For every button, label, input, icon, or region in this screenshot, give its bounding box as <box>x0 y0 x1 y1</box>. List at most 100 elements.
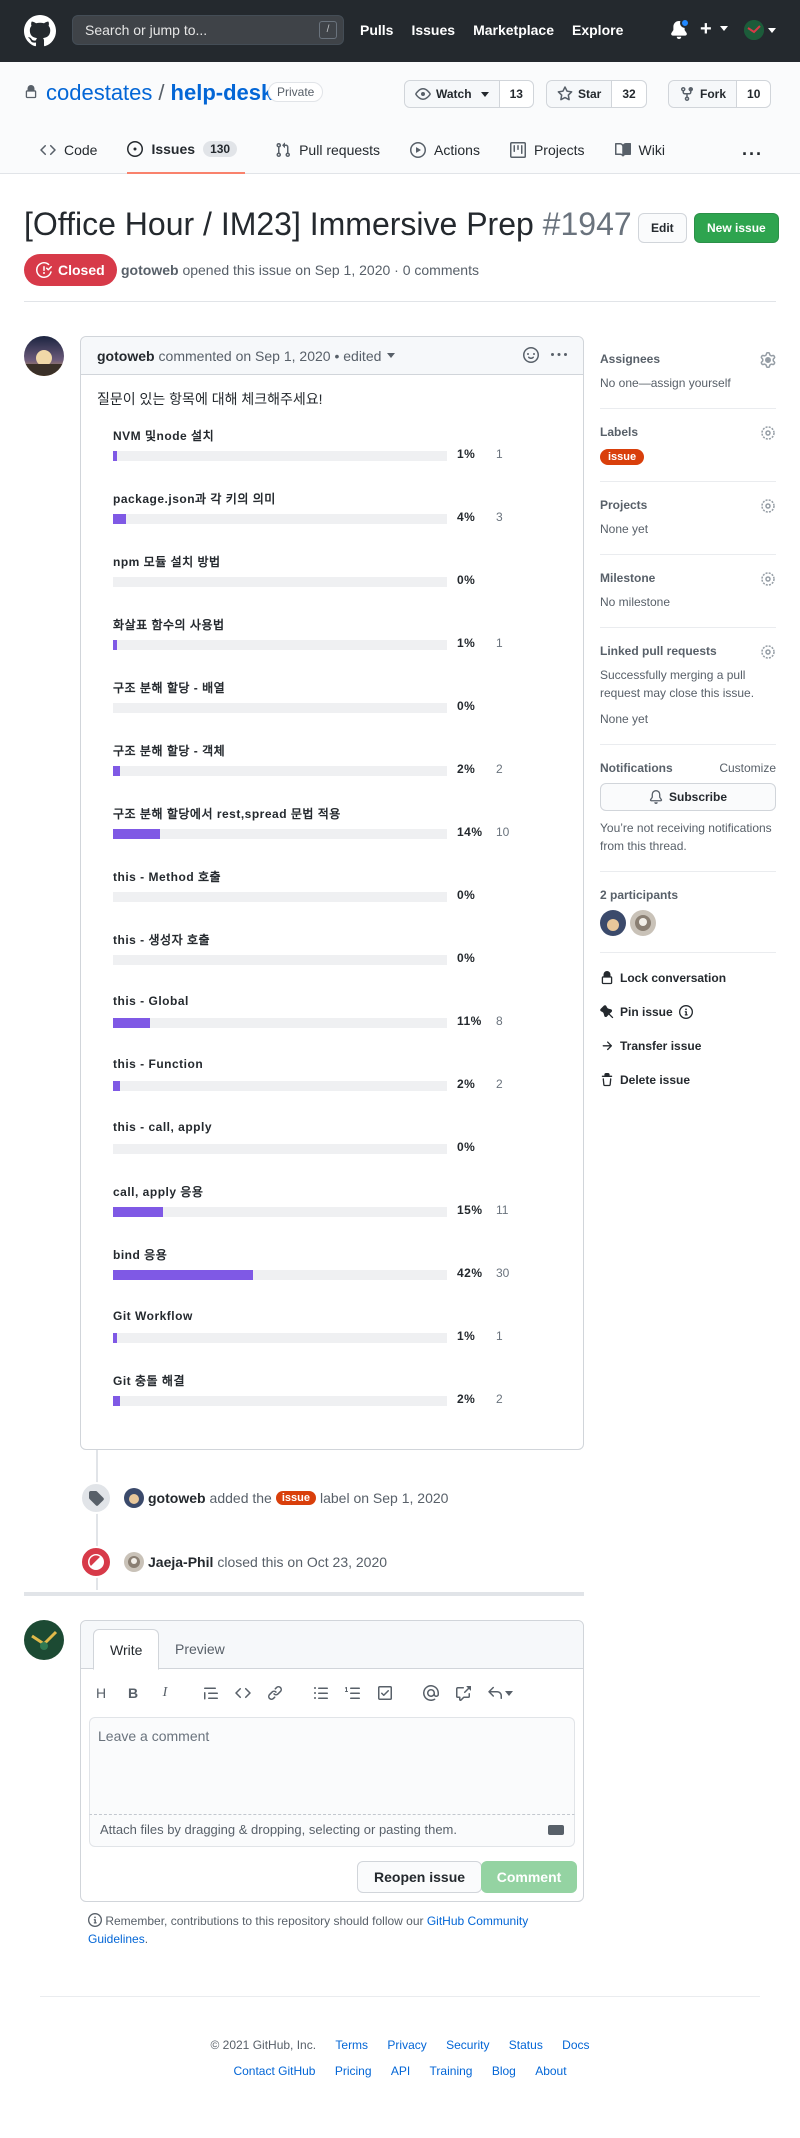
private-lock-icon <box>25 85 37 99</box>
label-issue[interactable]: issue <box>600 449 645 465</box>
more-tabs-kebab-icon[interactable]: ··· <box>742 144 763 165</box>
participant-avatar[interactable] <box>600 910 626 936</box>
saved-replies-caret-icon[interactable] <box>505 1690 513 1696</box>
new-issue-button[interactable]: New issue <box>694 213 779 243</box>
tab-actions[interactable]: Actions <box>410 140 480 174</box>
footer-link-pricing[interactable]: Pricing <box>335 2064 372 2078</box>
github-logo-icon[interactable] <box>24 15 56 47</box>
global-search-input[interactable]: Search or jump to... / <box>72 15 344 45</box>
gear-icon[interactable] <box>760 571 776 587</box>
comment-timestamp[interactable]: commented on Sep 1, 2020 <box>159 348 331 364</box>
italic-icon[interactable]: I <box>157 1685 173 1701</box>
reply-icon[interactable] <box>487 1685 503 1701</box>
footer-link-api[interactable]: API <box>391 2064 410 2078</box>
tasklist-icon[interactable] <box>377 1685 393 1701</box>
gear-icon[interactable] <box>760 425 776 441</box>
lock-conversation-action[interactable]: Lock conversation <box>600 961 776 995</box>
list-unordered-icon[interactable] <box>313 1685 329 1701</box>
pin-issue-label: Pin issue <box>620 1005 673 1019</box>
footer-link-training[interactable]: Training <box>430 2064 473 2078</box>
footer-link-security[interactable]: Security <box>446 2038 489 2052</box>
participants-avatars <box>600 910 776 936</box>
mention-icon[interactable] <box>423 1685 439 1701</box>
assignees-value[interactable]: No one—assign yourself <box>600 374 776 392</box>
nav-explore[interactable]: Explore <box>572 22 623 38</box>
edit-title-button[interactable]: Edit <box>638 213 687 243</box>
kebab-horizontal-icon[interactable] <box>551 347 567 363</box>
sidebar-actions: Lock conversation Pin issue Transfer iss… <box>600 953 776 1097</box>
fork-button[interactable]: Fork <box>669 81 738 107</box>
participant-avatar[interactable] <box>630 910 656 936</box>
link-icon[interactable] <box>267 1685 283 1701</box>
tab-projects[interactable]: Projects <box>509 140 585 174</box>
labels-title[interactable]: Labels <box>600 425 776 439</box>
tab-write[interactable]: Write <box>93 1629 160 1670</box>
heading-icon[interactable]: H <box>93 1685 109 1701</box>
tab-preview[interactable]: Preview <box>159 1629 241 1670</box>
customize-notifications-link[interactable]: Customize <box>719 761 776 775</box>
footer-link-blog[interactable]: Blog <box>492 2064 516 2078</box>
linked-prs-title[interactable]: Linked pull requests <box>600 644 776 658</box>
poll-percent: 4% <box>457 510 476 524</box>
create-new-plus-icon[interactable]: + <box>700 18 712 41</box>
footer-link-status[interactable]: Status <box>509 2038 543 2052</box>
tab-code[interactable]: Code <box>40 140 97 174</box>
edited-indicator[interactable]: • edited <box>334 348 381 364</box>
gear-icon[interactable] <box>760 498 776 514</box>
user-avatar[interactable] <box>744 20 764 40</box>
reopen-issue-button[interactable]: Reopen issue <box>357 1861 483 1893</box>
nav-issues[interactable]: Issues <box>411 22 455 38</box>
repo-name-link[interactable]: help-desk <box>171 80 274 105</box>
issue-author-link[interactable]: gotoweb <box>121 262 179 278</box>
event-actor-avatar[interactable] <box>124 1488 144 1508</box>
event-label-pill[interactable]: issue <box>275 1491 316 1505</box>
footer-link-docs[interactable]: Docs <box>562 2038 589 2052</box>
star-button[interactable]: Star <box>547 81 613 107</box>
pin-issue-action[interactable]: Pin issue <box>600 995 776 1029</box>
footer-link-privacy[interactable]: Privacy <box>387 2038 426 2052</box>
info-icon[interactable] <box>678 1005 693 1019</box>
nav-marketplace[interactable]: Marketplace <box>473 22 554 38</box>
repo-owner-link[interactable]: codestates <box>46 80 152 105</box>
transfer-issue-action[interactable]: Transfer issue <box>600 1029 776 1063</box>
gear-icon[interactable] <box>760 644 776 660</box>
watch-button[interactable]: Watch <box>405 81 500 107</box>
tab-issues[interactable]: Issues 130 <box>127 140 246 174</box>
event-actor-link[interactable]: gotoweb <box>148 1490 206 1506</box>
user-menu-caret-icon[interactable] <box>768 28 776 33</box>
markdown-icon[interactable] <box>548 1825 564 1835</box>
subscribe-button[interactable]: Subscribe <box>600 783 776 811</box>
edit-history-caret-icon[interactable] <box>387 353 396 358</box>
comment-submit-button[interactable]: Comment <box>481 1861 577 1893</box>
event-closed-text: closed this on Oct 23, 2020 <box>217 1554 388 1570</box>
attach-files-area[interactable]: Attach files by dragging & dropping, sel… <box>89 1815 575 1847</box>
projects-title[interactable]: Projects <box>600 498 776 512</box>
star-count[interactable]: 32 <box>612 81 646 107</box>
delete-issue-action[interactable]: Delete issue <box>600 1063 776 1097</box>
cross-reference-icon[interactable] <box>455 1685 471 1701</box>
create-caret-icon[interactable] <box>720 26 728 31</box>
tab-pull-requests[interactable]: Pull requests <box>275 140 380 174</box>
poll-item: this - 생성자 호출 0% <box>113 931 567 994</box>
assignees-title[interactable]: Assignees <box>600 352 776 366</box>
comment-author-link[interactable]: gotoweb <box>97 348 155 364</box>
code-icon[interactable] <box>235 1685 251 1701</box>
event-actor-link[interactable]: Jaeja-Phil <box>148 1554 213 1570</box>
comment-author-avatar[interactable] <box>24 336 64 376</box>
smiley-reaction-icon[interactable] <box>523 347 539 363</box>
current-user-avatar[interactable] <box>24 1620 64 1660</box>
fork-count[interactable]: 10 <box>737 81 771 107</box>
gear-icon[interactable] <box>760 352 776 368</box>
tab-wiki[interactable]: Wiki <box>614 140 665 174</box>
footer-link-about[interactable]: About <box>535 2064 566 2078</box>
event-actor-avatar[interactable] <box>124 1552 144 1572</box>
quote-icon[interactable] <box>203 1685 219 1701</box>
bold-icon[interactable]: B <box>125 1685 141 1701</box>
milestone-title[interactable]: Milestone <box>600 571 776 585</box>
comment-textarea[interactable]: Leave a comment <box>89 1717 575 1815</box>
footer-link-terms[interactable]: Terms <box>335 2038 368 2052</box>
watch-count[interactable]: 13 <box>499 81 533 107</box>
list-ordered-icon[interactable] <box>345 1685 361 1701</box>
nav-pulls[interactable]: Pulls <box>360 22 393 38</box>
footer-link-contact[interactable]: Contact GitHub <box>233 2064 315 2078</box>
